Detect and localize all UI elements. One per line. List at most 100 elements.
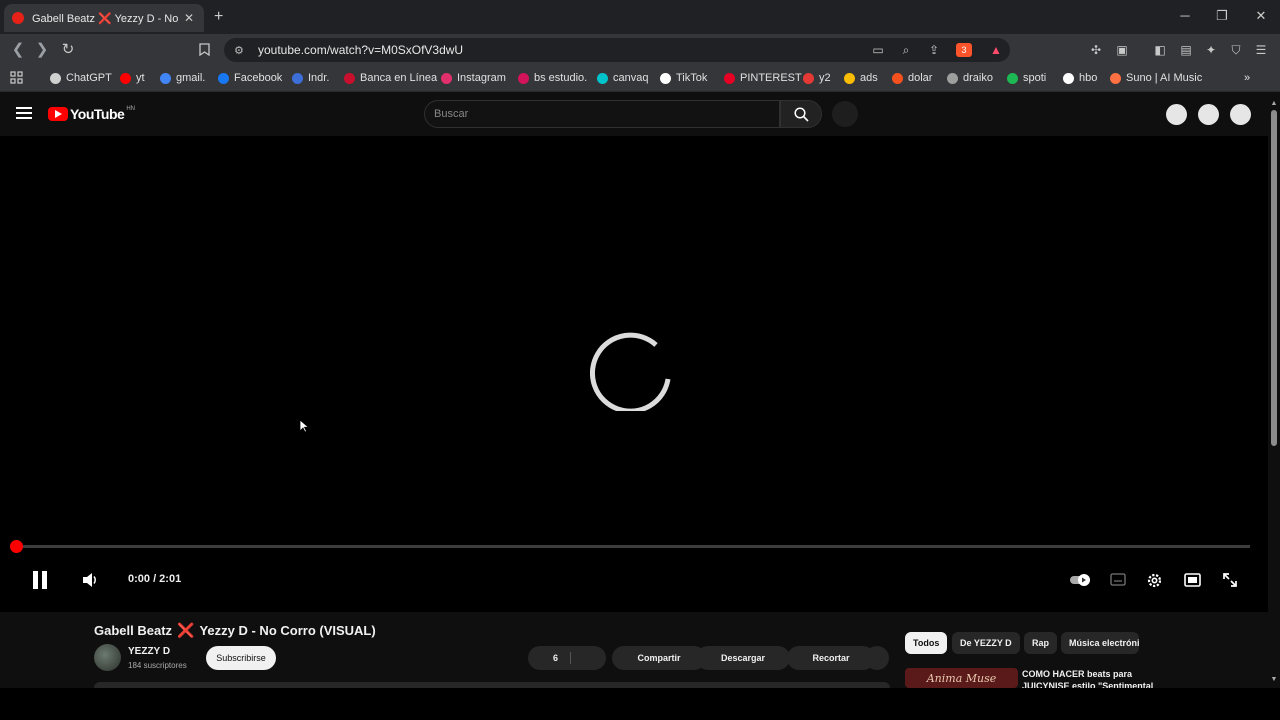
chip-from-channel[interactable]: De YEZZY D	[952, 632, 1020, 654]
chip-all[interactable]: Todos	[905, 632, 948, 654]
video-player[interactable]	[0, 136, 1268, 612]
clip-button[interactable]: Recortar	[787, 646, 875, 670]
recommendation-title[interactable]: COMO HACER beats para JUICYNISE estilo "…	[1022, 668, 1162, 688]
download-button[interactable]: Descargar	[696, 646, 790, 670]
more-actions-button[interactable]	[865, 646, 889, 670]
forward-icon[interactable]: ❯	[32, 40, 52, 58]
more-bookmarks-icon[interactable]: »	[1244, 72, 1250, 84]
bookmark-chatgpt[interactable]: ChatGPT	[50, 72, 112, 84]
close-window-button[interactable]: ✕	[1251, 8, 1271, 24]
loading-spinner-icon	[590, 332, 671, 411]
minimize-button[interactable]: ─	[1175, 8, 1195, 23]
chip-rap[interactable]: Rap	[1024, 632, 1058, 654]
wallet-icon[interactable]: ▤	[1178, 43, 1194, 57]
reload-icon[interactable]: ↻	[58, 40, 78, 58]
bookmark-icon[interactable]	[196, 43, 212, 57]
bookmark-facebook[interactable]: Facebook	[218, 72, 282, 84]
pause-icon	[33, 571, 47, 589]
bookmark-label: y2	[819, 72, 831, 84]
bookmark-y2-icon	[803, 72, 814, 84]
page-scrollbar-thumb[interactable]	[1271, 110, 1277, 446]
youtube-play-logo-icon	[48, 107, 68, 121]
bookmark-canvaq[interactable]: canvaq	[597, 72, 648, 84]
screenshot-icon[interactable]: ▣	[1114, 43, 1130, 57]
subscribe-button[interactable]: Subscribirse	[206, 646, 276, 670]
bookmark-indr[interactable]: Indr.	[292, 72, 329, 84]
subtitles-button[interactable]	[1110, 573, 1126, 591]
bookmark-label: Banca en Línea	[360, 72, 438, 84]
create-icon[interactable]	[1166, 104, 1187, 125]
volume-button[interactable]	[82, 572, 100, 593]
bookmark-yt[interactable]: yt	[120, 72, 145, 84]
settings-button[interactable]	[1146, 572, 1163, 594]
bookmark-label: bs estudio.	[534, 72, 588, 84]
bookmark-tiktok-icon	[660, 72, 671, 84]
scroll-up-icon[interactable]: ▲	[1268, 98, 1280, 110]
bookmark-suno-ai-music-icon	[1110, 72, 1121, 84]
progress-bar[interactable]	[16, 545, 1250, 548]
bookmark-label: hbo	[1079, 72, 1098, 84]
youtube-wordmark: YouTube	[70, 106, 125, 122]
notifications-icon[interactable]	[1198, 104, 1219, 125]
bookmark-spoti[interactable]: spoti	[1007, 72, 1046, 84]
vpn-icon[interactable]: ⛉	[1228, 43, 1244, 57]
pause-button[interactable]	[32, 570, 48, 595]
share-icon[interactable]: ⇪	[926, 43, 942, 57]
search-input[interactable]: Buscar	[424, 100, 780, 128]
like-button[interactable]: 6	[528, 646, 606, 670]
account-avatar[interactable]	[1230, 104, 1251, 125]
hamburger-menu-icon[interactable]	[16, 107, 32, 119]
apps-grid-icon[interactable]	[10, 71, 23, 84]
bookmark-draiko[interactable]: draiko	[947, 72, 993, 84]
autoplay-toggle[interactable]	[1070, 573, 1092, 592]
bookmark-draiko-icon	[947, 72, 958, 84]
share-button[interactable]: Compartir	[612, 646, 706, 670]
youtube-logo[interactable]: YouTube HN	[48, 106, 135, 122]
recommendation-thumbnail[interactable]: Anima Muse	[905, 668, 1018, 688]
bookmark-tiktok[interactable]: TikTok	[660, 72, 707, 84]
theater-mode-button[interactable]	[1184, 573, 1201, 592]
bookmark-suno-ai-music[interactable]: Suno | AI Music	[1110, 72, 1202, 84]
address-bar[interactable]: ⚙ youtube.com/watch?v=M0SxOfV3dwU	[224, 38, 1010, 62]
tab-close-icon[interactable]: ✕	[182, 11, 196, 25]
video-title-part1: Gabell Beatz	[94, 623, 173, 638]
url-text: youtube.com/watch?v=M0SxOfV3dwU	[258, 43, 464, 57]
extensions-icon[interactable]: ✣	[1088, 43, 1104, 57]
bookmark-label: ads	[860, 72, 878, 84]
bookmark-chatgpt-icon	[50, 72, 61, 84]
bookmark-banca-en-linea[interactable]: Banca en Línea	[344, 72, 437, 84]
channel-avatar[interactable]	[94, 644, 121, 671]
menu-icon[interactable]: ☰	[1253, 43, 1269, 57]
brave-shields-icon[interactable]: 3	[956, 43, 972, 57]
restore-button[interactable]: ❐	[1212, 8, 1232, 24]
bookmark-label: dolar	[908, 72, 933, 84]
leo-ai-icon[interactable]: ✦	[1203, 43, 1219, 57]
bookmark-ads[interactable]: ads	[844, 72, 878, 84]
subtitles-icon	[1110, 573, 1126, 586]
bookmark-label: canvaq	[613, 72, 649, 84]
new-tab-button[interactable]: +	[214, 8, 223, 26]
bookmark-gmail[interactable]: gmail.	[160, 72, 205, 84]
zoom-icon[interactable]: ⌕	[898, 43, 914, 57]
bookmark-y2[interactable]: y2	[803, 72, 831, 84]
browser-tab[interactable]: Gabell Beatz ❌ Yezzy D - No Cc ✕	[4, 4, 204, 32]
search-button[interactable]	[780, 100, 822, 128]
cast-icon[interactable]: ▭	[870, 43, 886, 57]
fullscreen-button[interactable]	[1222, 572, 1238, 593]
bookmark-dolar[interactable]: dolar	[892, 72, 932, 84]
scrubber-handle[interactable]	[10, 540, 23, 553]
sidebar-icon[interactable]: ◧	[1152, 43, 1168, 57]
site-settings-icon[interactable]: ⚙	[234, 44, 248, 57]
chip-electronic-music[interactable]: Música electrónica	[1061, 632, 1139, 654]
bookmark-hbo[interactable]: hbo	[1063, 72, 1097, 84]
bookmark-dolar-icon	[892, 72, 903, 84]
bookmark-bs-estudio[interactable]: bs estudio.	[518, 72, 587, 84]
voice-search-button[interactable]	[832, 101, 858, 127]
brave-rewards-icon[interactable]: ▲	[988, 43, 1004, 57]
back-icon[interactable]: ❮	[8, 40, 28, 58]
tab-title: Gabell Beatz ❌ Yezzy D - No Cc	[32, 12, 182, 25]
bookmark-pinterest[interactable]: PINTEREST	[724, 72, 802, 84]
bookmark-instagram[interactable]: Instagram	[441, 72, 506, 84]
channel-name[interactable]: YEZZY D	[128, 646, 170, 657]
scroll-down-icon[interactable]: ▼	[1268, 674, 1280, 686]
